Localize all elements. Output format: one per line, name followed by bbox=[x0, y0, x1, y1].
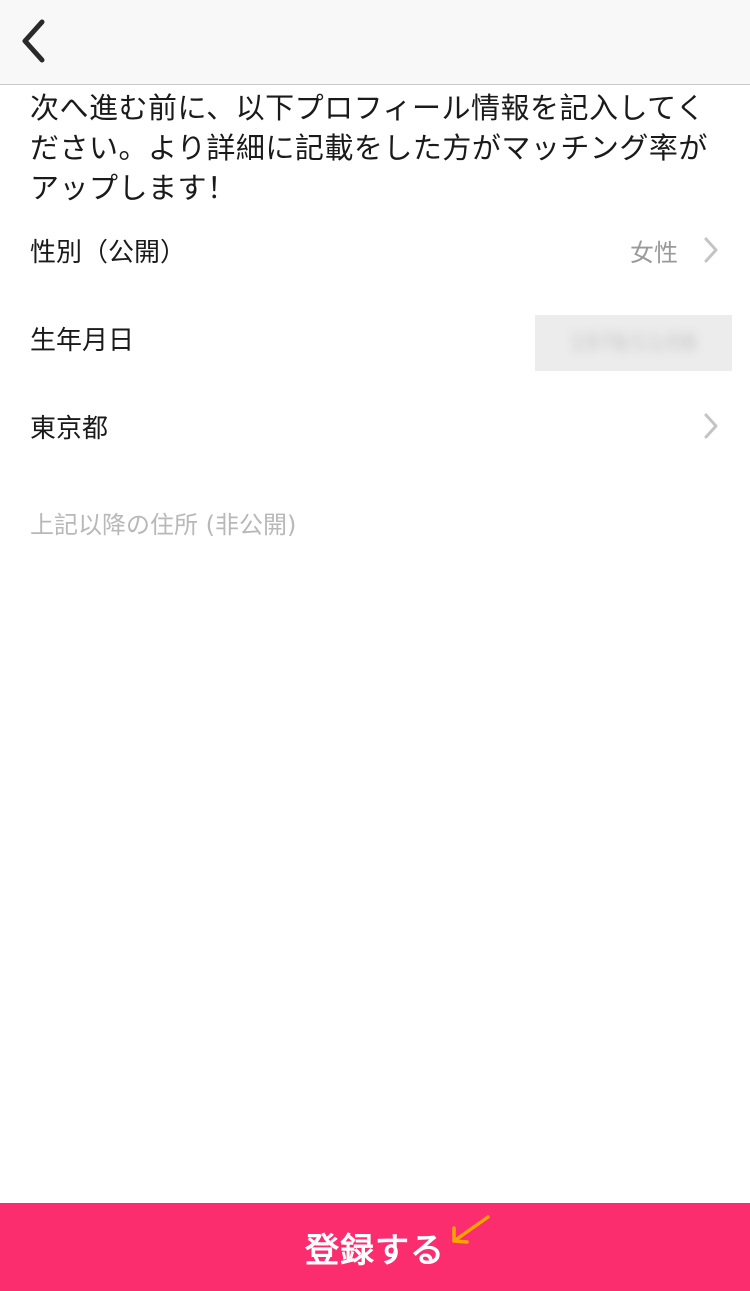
arrow-annotation-icon bbox=[452, 1215, 490, 1244]
gender-label: 性別（公開） bbox=[30, 237, 187, 268]
prefecture-row[interactable]: 東京都 bbox=[0, 386, 750, 466]
birthday-value: 1978/11/08 bbox=[570, 330, 697, 356]
chevron-right-icon bbox=[704, 413, 718, 439]
chevron-right-icon bbox=[704, 237, 718, 263]
birthday-row[interactable]: 生年月日 1978/11/08 bbox=[0, 298, 750, 378]
profile-registration-screen: 次へ進む前に、以下プロフィール情報を記入してください。より詳細に記載をした方がマ… bbox=[0, 0, 750, 1291]
register-label: 登録する bbox=[305, 1230, 445, 1271]
birthday-value-box[interactable]: 1978/11/08 bbox=[535, 315, 732, 371]
prefecture-label: 東京都 bbox=[30, 413, 109, 444]
register-button[interactable]: 登録する bbox=[0, 1203, 750, 1291]
chevron-left-icon bbox=[22, 19, 45, 63]
address-input[interactable] bbox=[30, 500, 720, 550]
intro-message: 次へ進む前に、以下プロフィール情報を記入してください。より詳細に記載をした方がマ… bbox=[30, 91, 708, 205]
gender-value: 女性 bbox=[630, 238, 678, 267]
birthday-label: 生年月日 bbox=[30, 325, 135, 356]
back-button[interactable] bbox=[8, 10, 58, 72]
navigation-bar bbox=[0, 0, 750, 85]
gender-row[interactable]: 性別（公開） 女性 bbox=[0, 210, 750, 290]
